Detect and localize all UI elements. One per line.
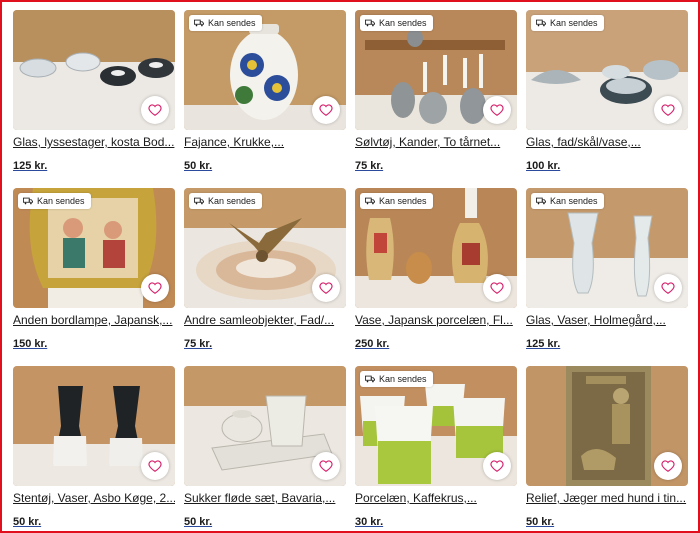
favorite-button[interactable] (483, 452, 511, 480)
heart-outline-icon (148, 282, 162, 294)
listing-title[interactable]: Vase, Japansk porcelæn, Fl... (355, 312, 517, 328)
shipping-badge: Kan sendes (189, 15, 262, 31)
truck-icon (194, 19, 204, 27)
listing-photo[interactable]: Kan sendes (355, 10, 517, 130)
shipping-badge-label: Kan sendes (550, 18, 598, 28)
shipping-badge: Kan sendes (360, 371, 433, 387)
listing-photo[interactable]: Kan sendes (355, 188, 517, 308)
heart-outline-icon (148, 460, 162, 472)
listing-price: 50 kr. (13, 516, 42, 528)
listing-title[interactable]: Porcelæn, Kaffekrus,... (355, 490, 517, 506)
listing-price: 30 kr. (355, 516, 384, 528)
listing-photo[interactable]: Kan sendes (13, 188, 175, 308)
favorite-button[interactable] (654, 96, 682, 124)
shipping-badge-label: Kan sendes (550, 196, 598, 206)
favorite-button[interactable] (654, 452, 682, 480)
shipping-badge-label: Kan sendes (379, 18, 427, 28)
listing-price: 125 kr. (13, 160, 48, 172)
favorite-button[interactable] (312, 274, 340, 302)
heart-outline-icon (319, 460, 333, 472)
favorite-button[interactable] (483, 274, 511, 302)
shipping-badge-label: Kan sendes (379, 196, 427, 206)
listing-photo[interactable]: Kan sendes (184, 10, 346, 130)
favorite-button[interactable] (141, 452, 169, 480)
listing-price: 50 kr. (184, 160, 213, 172)
listing-photo[interactable]: Kan sendes (526, 10, 688, 130)
truck-icon (536, 197, 546, 205)
truck-icon (365, 19, 375, 27)
listing-title[interactable]: Sølvtøj, Kander, To tårnet... (355, 134, 517, 150)
listing-price: 50 kr. (184, 516, 213, 528)
shipping-badge: Kan sendes (360, 193, 433, 209)
truck-icon (536, 19, 546, 27)
listing-price: 125 kr. (526, 338, 561, 350)
favorite-button[interactable] (483, 96, 511, 124)
shipping-badge: Kan sendes (360, 15, 433, 31)
shipping-badge-label: Kan sendes (208, 18, 256, 28)
listing-price: 50 kr. (526, 516, 555, 528)
listing-price: 150 kr. (13, 338, 48, 350)
shipping-badge-label: Kan sendes (379, 374, 427, 384)
heart-outline-icon (319, 104, 333, 116)
heart-outline-icon (319, 282, 333, 294)
listing-title[interactable]: Sukker fløde sæt, Bavaria,... (184, 490, 346, 506)
listing-price: 250 kr. (355, 338, 390, 350)
truck-icon (194, 197, 204, 205)
shipping-badge-label: Kan sendes (37, 196, 85, 206)
listing-photo[interactable]: Kan sendes (184, 188, 346, 308)
favorite-button[interactable] (141, 96, 169, 124)
heart-outline-icon (148, 104, 162, 116)
listing-photo[interactable]: Kan sendes (355, 366, 517, 486)
listing-price: 75 kr. (355, 160, 384, 172)
listing-photo[interactable] (526, 366, 688, 486)
listing-photo[interactable]: Kan sendes (526, 188, 688, 308)
listing-title[interactable]: Stentøj, Vaser, Asbo Køge, 2... (13, 490, 175, 506)
favorite-button[interactable] (654, 274, 682, 302)
shipping-badge-label: Kan sendes (208, 196, 256, 206)
truck-icon (365, 197, 375, 205)
listing-title[interactable]: Anden bordlampe, Japansk,... (13, 312, 175, 328)
shipping-badge: Kan sendes (189, 193, 262, 209)
listing-title[interactable]: Fajance, Krukke,... (184, 134, 346, 150)
listing-title[interactable]: Glas, lyssestager, kosta Bod... (13, 134, 175, 150)
listing-title[interactable]: Glas, Vaser, Holmegård,... (526, 312, 688, 328)
listing-price: 100 kr. (526, 160, 561, 172)
truck-icon (365, 375, 375, 383)
listing-photo[interactable] (13, 366, 175, 486)
heart-outline-icon (661, 460, 675, 472)
heart-outline-icon (490, 104, 504, 116)
heart-outline-icon (661, 282, 675, 294)
heart-outline-icon (490, 282, 504, 294)
favorite-button[interactable] (141, 274, 169, 302)
listing-title[interactable]: Relief, Jæger med hund i tin... (526, 490, 688, 506)
truck-icon (23, 197, 33, 205)
listing-title[interactable]: Glas, fad/skål/vase,... (526, 134, 688, 150)
listing-photo[interactable] (13, 10, 175, 130)
favorite-button[interactable] (312, 96, 340, 124)
listing-price: 75 kr. (184, 338, 213, 350)
shipping-badge: Kan sendes (18, 193, 91, 209)
listing-photo[interactable] (184, 366, 346, 486)
listing-title[interactable]: Andre samleobjekter, Fad/... (184, 312, 346, 328)
favorite-button[interactable] (312, 452, 340, 480)
shipping-badge: Kan sendes (531, 15, 604, 31)
heart-outline-icon (661, 104, 675, 116)
shipping-badge: Kan sendes (531, 193, 604, 209)
heart-outline-icon (490, 460, 504, 472)
